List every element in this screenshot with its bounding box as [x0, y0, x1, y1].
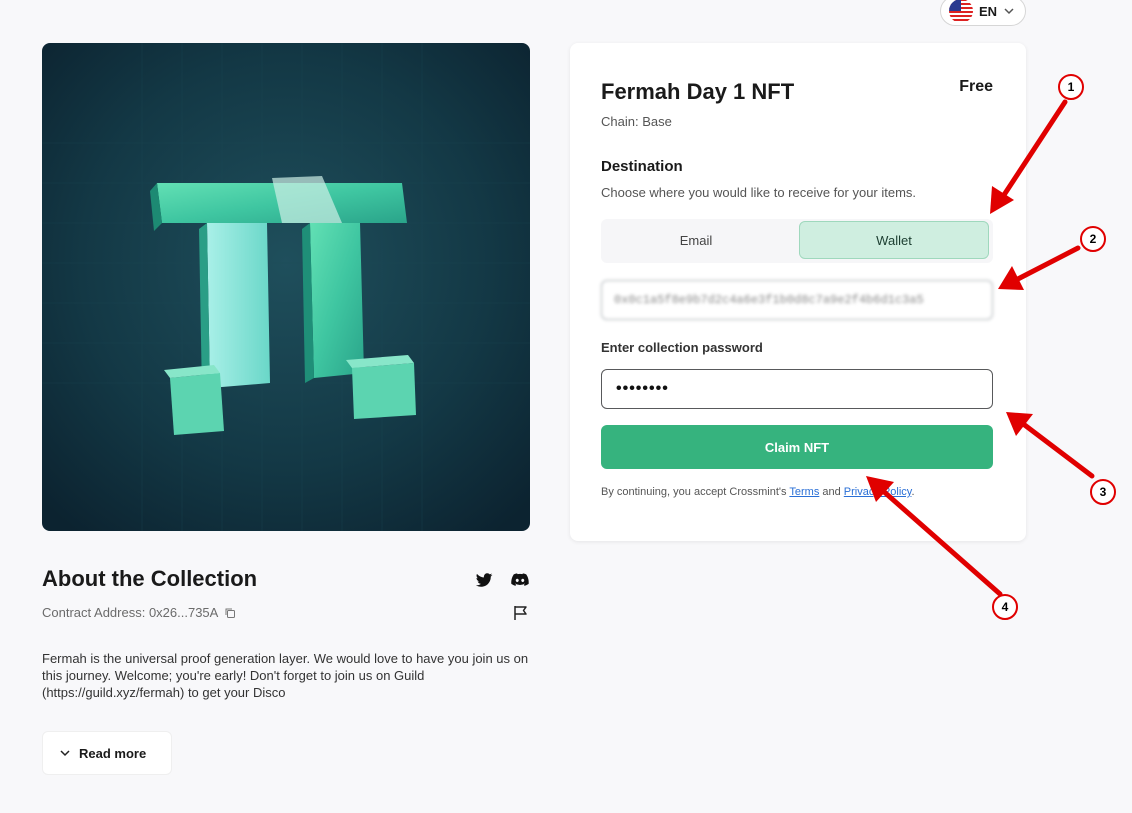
tab-email[interactable]: Email: [601, 221, 791, 259]
terms-mid: and: [819, 486, 844, 498]
chain-label: Chain: Base: [601, 114, 672, 129]
contract-address-label: Contract Address: 0x26...735A: [42, 605, 219, 620]
twitter-icon[interactable]: [474, 570, 494, 590]
us-flag-icon: [949, 0, 973, 23]
password-label: Enter collection password: [601, 340, 763, 355]
terms-link[interactable]: Terms: [789, 486, 819, 498]
password-input[interactable]: ••••••••: [601, 369, 993, 409]
report-flag-icon[interactable]: [512, 604, 530, 622]
annotation-1: 1: [1058, 74, 1084, 100]
collection-description: Fermah is the universal proof generation…: [42, 651, 529, 700]
nft-image: [42, 43, 530, 531]
checkout-card: Fermah Day 1 NFT Free Chain: Base Destin…: [570, 43, 1026, 541]
arrow-3: [1019, 420, 1095, 479]
chevron-down-icon: [60, 750, 70, 757]
language-selector[interactable]: EN: [940, 0, 1026, 26]
destination-subtitle: Choose where you would like to receive f…: [601, 185, 917, 200]
annotation-2: 2: [1080, 226, 1106, 252]
tab-wallet[interactable]: Wallet: [799, 221, 989, 259]
claim-nft-button[interactable]: Claim NFT: [601, 425, 993, 469]
copy-icon[interactable]: [224, 607, 236, 619]
terms-suffix: .: [911, 486, 915, 498]
terms-text: By continuing, you accept Crossmint's Te…: [601, 486, 915, 498]
destination-title: Destination: [601, 158, 683, 175]
about-title: About the Collection: [42, 566, 258, 591]
language-label: EN: [979, 3, 998, 19]
read-more-label: Read more: [79, 745, 147, 761]
chevron-down-icon: [1004, 8, 1014, 15]
annotation-3: 3: [1090, 479, 1116, 505]
privacy-policy-link[interactable]: Privacy Policy: [844, 486, 912, 498]
price-label: Free: [959, 78, 993, 95]
annotation-4: 4: [992, 594, 1018, 620]
wallet-address-input[interactable]: 0x0c1a5f8e9b7d2c4a6e3f1b0d8c7a9e2f4b6d1c…: [601, 280, 993, 320]
destination-toggle: Email Wallet: [601, 219, 993, 263]
discord-icon[interactable]: [510, 570, 530, 590]
terms-prefix: By continuing, you accept Crossmint's: [601, 486, 790, 498]
nft-title: Fermah Day 1 NFT: [601, 79, 795, 104]
contract-address: Contract Address: 0x26...735A: [42, 605, 236, 620]
read-more-button[interactable]: Read more: [42, 731, 172, 775]
